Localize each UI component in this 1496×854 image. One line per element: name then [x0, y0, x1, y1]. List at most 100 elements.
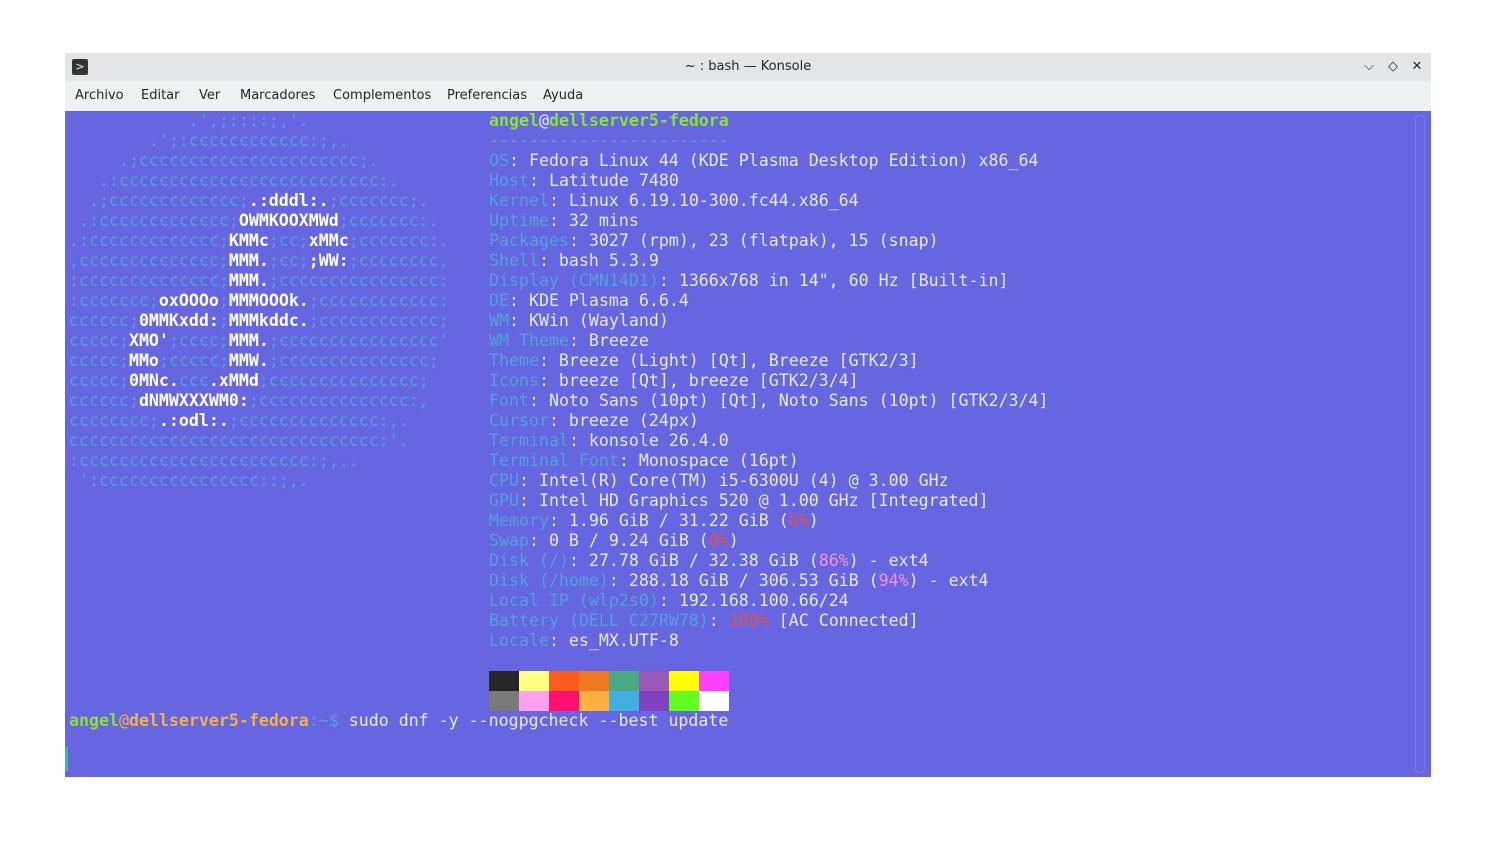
menu-complementos[interactable]: Complementos [333, 81, 431, 111]
ascii-logo-segment: ;cccccccccccc; [308, 311, 449, 330]
header-at: @ [538, 111, 549, 130]
menu-archivo[interactable]: Archivo [75, 81, 124, 111]
ascii-logo-segment: MMMOOOk. [228, 291, 309, 310]
info-line: GPU: Intel HD Graphics 520 @ 1.00 GHz [I… [489, 491, 989, 511]
header-separator: ------------------------ [489, 131, 729, 150]
info-line: Locale: es_MX.UTF-8 [489, 631, 679, 651]
ascii-logo-line: .',;::::;,'. [69, 111, 309, 131]
info-key: Packages [489, 231, 569, 250]
ascii-logo-segment: xMMc [308, 231, 349, 250]
palette-swatch [519, 691, 549, 711]
ascii-logo-segment: :ccccccccccccccccccccccc:;,.. [69, 451, 359, 470]
menu-ayuda[interactable]: Ayuda [543, 81, 583, 111]
prompt-line: angel@dellserver5-fedora:~$ sudo dnf -y … [69, 711, 728, 731]
info-value: : 1366x768 in 14", 60 Hz [Built-in] [658, 271, 1009, 290]
info-value: ) [808, 511, 819, 530]
info-line: Kernel: Linux 6.19.10-300.fc44.x86_64 [489, 191, 859, 211]
info-line: WM: KWin (Wayland) [489, 311, 669, 331]
ascii-logo-segment: .:odl:. [158, 411, 229, 430]
info-percent: 86% [818, 551, 849, 570]
info-key: Icons [489, 371, 539, 390]
palette-swatch [639, 691, 669, 711]
info-key: WM Theme [489, 331, 569, 350]
ascii-logo-segment: ;cccccccc, [348, 251, 449, 270]
ascii-logo-segment: cccccccc; [69, 411, 159, 430]
menu-preferencias[interactable]: Preferencias [447, 81, 527, 111]
info-key: Disk (/home) [489, 571, 609, 590]
ascii-logo-line: .;cccccccccccccccccccccc;. [69, 151, 379, 171]
prompt-user: angel [69, 711, 119, 730]
maximize-icon[interactable]: ◇ [1384, 58, 1402, 76]
ascii-logo-segment: ;cccccccccccccccc' [268, 331, 449, 350]
info-value: : Breeze (Light) [Qt], Breeze [GTK2/3] [538, 351, 919, 370]
ascii-logo-segment: ;cc; [268, 231, 309, 250]
info-value: : bash 5.3.9 [538, 251, 659, 270]
palette-swatch [489, 691, 519, 711]
info-line: Disk (/): 27.78 GiB / 32.38 GiB (86%) - … [489, 551, 929, 571]
palette-swatch [489, 671, 519, 691]
info-line: Battery (DELL C27RW78): 100% [AC Connect… [489, 611, 919, 631]
ascii-logo-segment: ;ccccccccccccccc; [268, 351, 439, 370]
ascii-logo-segment: ccccc; [69, 351, 129, 370]
info-key: Swap [489, 531, 529, 550]
info-value: : Intel(R) Core(TM) i5-6300U (4) @ 3.00 … [518, 471, 949, 490]
ascii-logo-line: .:ccccccccccccc;KMMc;cc;xMMc;ccccccc:. [69, 231, 449, 251]
info-value: : breeze [Qt], breeze [GTK2/3/4] [538, 371, 859, 390]
ascii-logo-segment: dNMWXXXWM0: [138, 391, 249, 410]
ascii-logo-segment: .:cccccccccccccccccccccccccc:. [69, 171, 399, 190]
ascii-logo-segment: MMM. [228, 271, 269, 290]
ascii-logo-line: :ccccccc;oxOOOo;MMMOOOk.;cccccccccccc: [69, 291, 449, 311]
info-line: Display (CMN14D1): 1366x768 in 14", 60 H… [489, 271, 1009, 291]
palette-swatch [639, 671, 669, 691]
ascii-logo-segment: :cccccccccccccc; [69, 271, 229, 290]
palette-swatch [699, 671, 729, 691]
ascii-logo-segment: MMo [128, 351, 159, 370]
info-value: [AC Connected] [768, 611, 919, 630]
info-line: OS: Fedora Linux 44 (KDE Plasma Desktop … [489, 151, 1038, 171]
info-value: : breeze (24px) [548, 411, 699, 430]
terminal-scrollbar[interactable] [1415, 115, 1425, 773]
ascii-logo-segment: MMM. [228, 331, 269, 350]
info-value: ) - ext4 [908, 571, 989, 590]
ascii-logo-line: ccccccccccccccccccccccccccccccc:'. [69, 431, 409, 451]
info-key: Cursor [489, 411, 549, 430]
ascii-logo-line: .';:cccccccccccc:;,. [69, 131, 349, 151]
ascii-logo-line: :ccccccccccccccccccccccc:;,.. [69, 451, 359, 471]
ascii-logo-segment: MMM. [228, 251, 269, 270]
palette-swatch [669, 691, 699, 711]
ascii-logo-segment: ccccccccccccccccccccccccccccccc:'. [69, 431, 409, 450]
menu-ver[interactable]: Ver [199, 81, 220, 111]
info-value: : Fedora Linux 44 (KDE Plasma Desktop Ed… [508, 151, 1039, 170]
ascii-logo-segment: ; [218, 291, 229, 310]
ascii-logo-segment: 0MNc. [128, 371, 179, 390]
close-icon[interactable]: ✕ [1408, 58, 1426, 76]
ascii-logo-segment: ;cc; [268, 251, 309, 270]
palette-swatch [579, 691, 609, 711]
ascii-logo-segment: .';:cccccccccccc:;,. [69, 131, 349, 150]
info-key: Host [489, 171, 529, 190]
title-bar[interactable]: > ~ : bash — Konsole ⌵ ◇ ✕ [65, 53, 1431, 81]
menu-marcadores[interactable]: Marcadores [240, 81, 315, 111]
info-value: : KWin (Wayland) [508, 311, 669, 330]
info-value: : Latitude 7480 [528, 171, 679, 190]
info-value: ) [728, 531, 739, 550]
menu-bar: Archivo Editar Ver Marcadores Complement… [65, 81, 1431, 111]
info-key: Uptime [489, 211, 549, 230]
info-value: : 0 B / 9.24 GiB ( [528, 531, 709, 550]
ascii-logo-segment: MMW. [228, 351, 269, 370]
window-title: ~ : bash — Konsole [684, 59, 812, 74]
ascii-logo-segment: .;cccccccccccccccccccccc;. [69, 151, 379, 170]
info-key: Shell [489, 251, 539, 270]
info-value: : 192.168.100.66/24 [658, 591, 849, 610]
header-user: angel [489, 111, 539, 130]
ascii-logo-segment: ccccc; [69, 331, 129, 350]
palette-swatch [579, 671, 609, 691]
info-line: Disk (/home): 288.18 GiB / 306.53 GiB (9… [489, 571, 989, 591]
menu-editar[interactable]: Editar [141, 81, 180, 111]
minimize-icon[interactable]: ⌵ [1360, 58, 1378, 76]
info-value: : 27.78 GiB / 32.38 GiB ( [568, 551, 819, 570]
terminal-view[interactable]: .',;::::;,'. .';:cccccccccccc:;,. .;cccc… [65, 111, 1431, 777]
info-line: Terminal: konsole 26.4.0 [489, 431, 729, 451]
ascii-logo-segment: XMO' [128, 331, 169, 350]
info-line: Shell: bash 5.3.9 [489, 251, 659, 271]
